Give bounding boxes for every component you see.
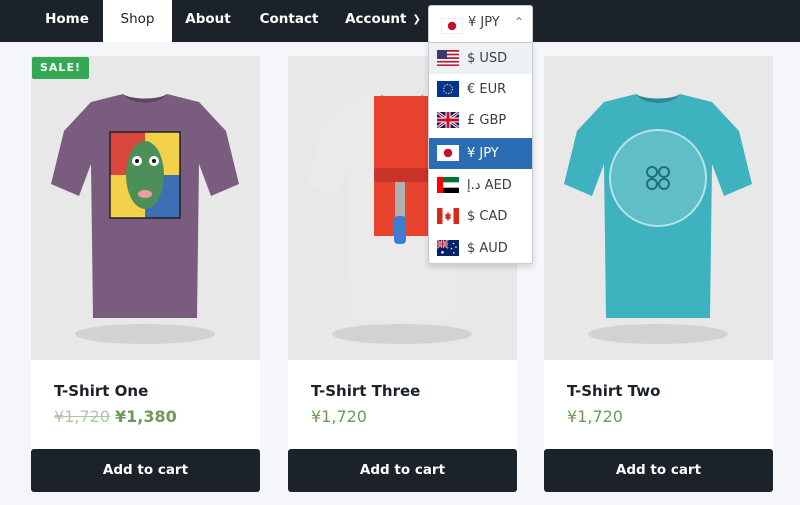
currency-option-gbp[interactable]: £ GBP — [429, 105, 532, 136]
chevron-up-icon: ⌃ — [514, 15, 525, 29]
gb-flag-icon — [436, 110, 460, 130]
product-price: ¥1,720 — [311, 407, 367, 426]
nav-shop[interactable]: Shop — [103, 0, 172, 42]
nav-account[interactable]: Account ❯ — [338, 0, 428, 42]
currency-option-aud[interactable]: $ AUD — [429, 233, 532, 264]
product-price: ¥1,720 ¥1,380 — [54, 407, 177, 426]
nav-home[interactable]: Home — [34, 0, 100, 42]
currency-option-usd[interactable]: $ USD — [429, 43, 532, 74]
nav-contact[interactable]: Contact — [250, 0, 328, 42]
us-flag-icon — [437, 50, 459, 66]
currency-option-label: $ AUD — [467, 241, 508, 256]
jp-flag-icon — [440, 17, 464, 35]
currency-option-label: $ CAD — [467, 209, 508, 224]
eu-flag-icon — [437, 81, 459, 97]
nav-about[interactable]: About — [175, 0, 241, 42]
currency-option-label: ¥ JPY — [467, 146, 499, 161]
product-image[interactable] — [544, 56, 773, 360]
jp-flag-icon — [437, 145, 459, 161]
nav-account-label: Account — [345, 11, 407, 27]
sale-badge: SALE! — [32, 57, 89, 79]
product-card: T-Shirt Two ¥1,720 Add to cart — [544, 56, 773, 492]
product-title[interactable]: T-Shirt One — [54, 382, 148, 400]
currency-option-label: £ GBP — [467, 113, 507, 128]
ca-flag-icon — [437, 208, 459, 224]
top-nav: Home Shop About Contact Account ❯ — [0, 0, 800, 42]
product-price-current: ¥1,380 — [114, 407, 177, 426]
currency-dropdown: $ USD € EUR £ GBP ¥ JPY د.إ AED $ CAD $ … — [428, 42, 533, 264]
product-price-current: ¥1,720 — [567, 407, 623, 426]
currency-option-label: € EUR — [467, 82, 507, 97]
add-to-cart-button[interactable]: Add to cart — [544, 449, 773, 492]
currency-option-label: د.إ AED — [467, 178, 512, 193]
add-to-cart-button[interactable]: Add to cart — [31, 449, 260, 492]
currency-option-aed[interactable]: د.إ AED — [429, 170, 532, 201]
product-card: T-Shirt One ¥1,720 ¥1,380 Add to cart — [31, 56, 260, 492]
ae-flag-icon — [437, 177, 459, 193]
currency-select-label: ¥ JPY — [468, 15, 500, 30]
currency-option-eur[interactable]: € EUR — [429, 74, 532, 105]
product-image[interactable] — [31, 56, 260, 360]
currency-option-cad[interactable]: $ CAD — [429, 201, 532, 232]
currency-option-label: $ USD — [467, 51, 508, 66]
currency-select[interactable]: ¥ JPY ⌃ — [428, 5, 533, 42]
product-title[interactable]: T-Shirt Two — [567, 382, 660, 400]
product-price: ¥1,720 — [567, 407, 623, 426]
au-flag-icon — [436, 239, 459, 256]
currency-option-jpy[interactable]: ¥ JPY — [429, 138, 532, 169]
add-to-cart-button[interactable]: Add to cart — [288, 449, 517, 492]
product-price-current: ¥1,720 — [311, 407, 367, 426]
product-price-old: ¥1,720 — [54, 407, 110, 426]
chevron-down-icon: ❯ — [412, 14, 421, 25]
product-title[interactable]: T-Shirt Three — [311, 382, 420, 400]
